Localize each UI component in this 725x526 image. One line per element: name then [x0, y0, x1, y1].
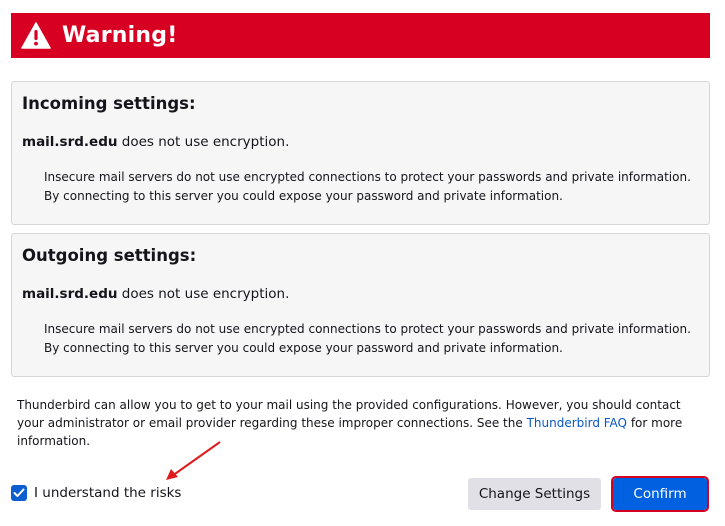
incoming-server-name: mail.srd.edu — [22, 134, 118, 150]
warning-triangle-icon — [20, 21, 52, 51]
warning-title: Warning! — [62, 23, 178, 48]
understand-risks-checkbox[interactable] — [11, 485, 27, 501]
incoming-server-line: mail.srd.edu does not use encryption. — [22, 134, 289, 150]
insecure-connection-dialog: Warning! Incoming settings: mail.srd.edu… — [0, 0, 725, 526]
outgoing-server-line: mail.srd.edu does not use encryption. — [22, 286, 289, 302]
info-paragraph: Thunderbird can allow you to get to your… — [17, 396, 707, 450]
incoming-settings-heading: Incoming settings: — [22, 94, 196, 113]
warning-banner: Warning! — [11, 13, 710, 58]
confirm-button[interactable]: Confirm — [611, 476, 709, 512]
outgoing-settings-heading: Outgoing settings: — [22, 246, 197, 265]
change-settings-button[interactable]: Change Settings — [468, 478, 601, 510]
thunderbird-faq-link[interactable]: Thunderbird FAQ — [527, 416, 627, 430]
red-arrow-annotation — [166, 441, 221, 480]
incoming-settings-box: Incoming settings: mail.srd.edu does not… — [11, 81, 710, 225]
incoming-server-status: does not use encryption. — [117, 134, 290, 150]
outgoing-server-name: mail.srd.edu — [22, 286, 118, 302]
understand-risks-row[interactable]: I understand the risks — [11, 485, 181, 501]
outgoing-server-status: does not use encryption. — [117, 286, 290, 302]
understand-risks-label[interactable]: I understand the risks — [34, 485, 181, 501]
outgoing-settings-description: Insecure mail servers do not use encrypt… — [44, 322, 691, 355]
checkmark-icon — [13, 488, 25, 497]
outgoing-settings-box: Outgoing settings: mail.srd.edu does not… — [11, 233, 710, 377]
incoming-settings-description: Insecure mail servers do not use encrypt… — [44, 170, 691, 203]
